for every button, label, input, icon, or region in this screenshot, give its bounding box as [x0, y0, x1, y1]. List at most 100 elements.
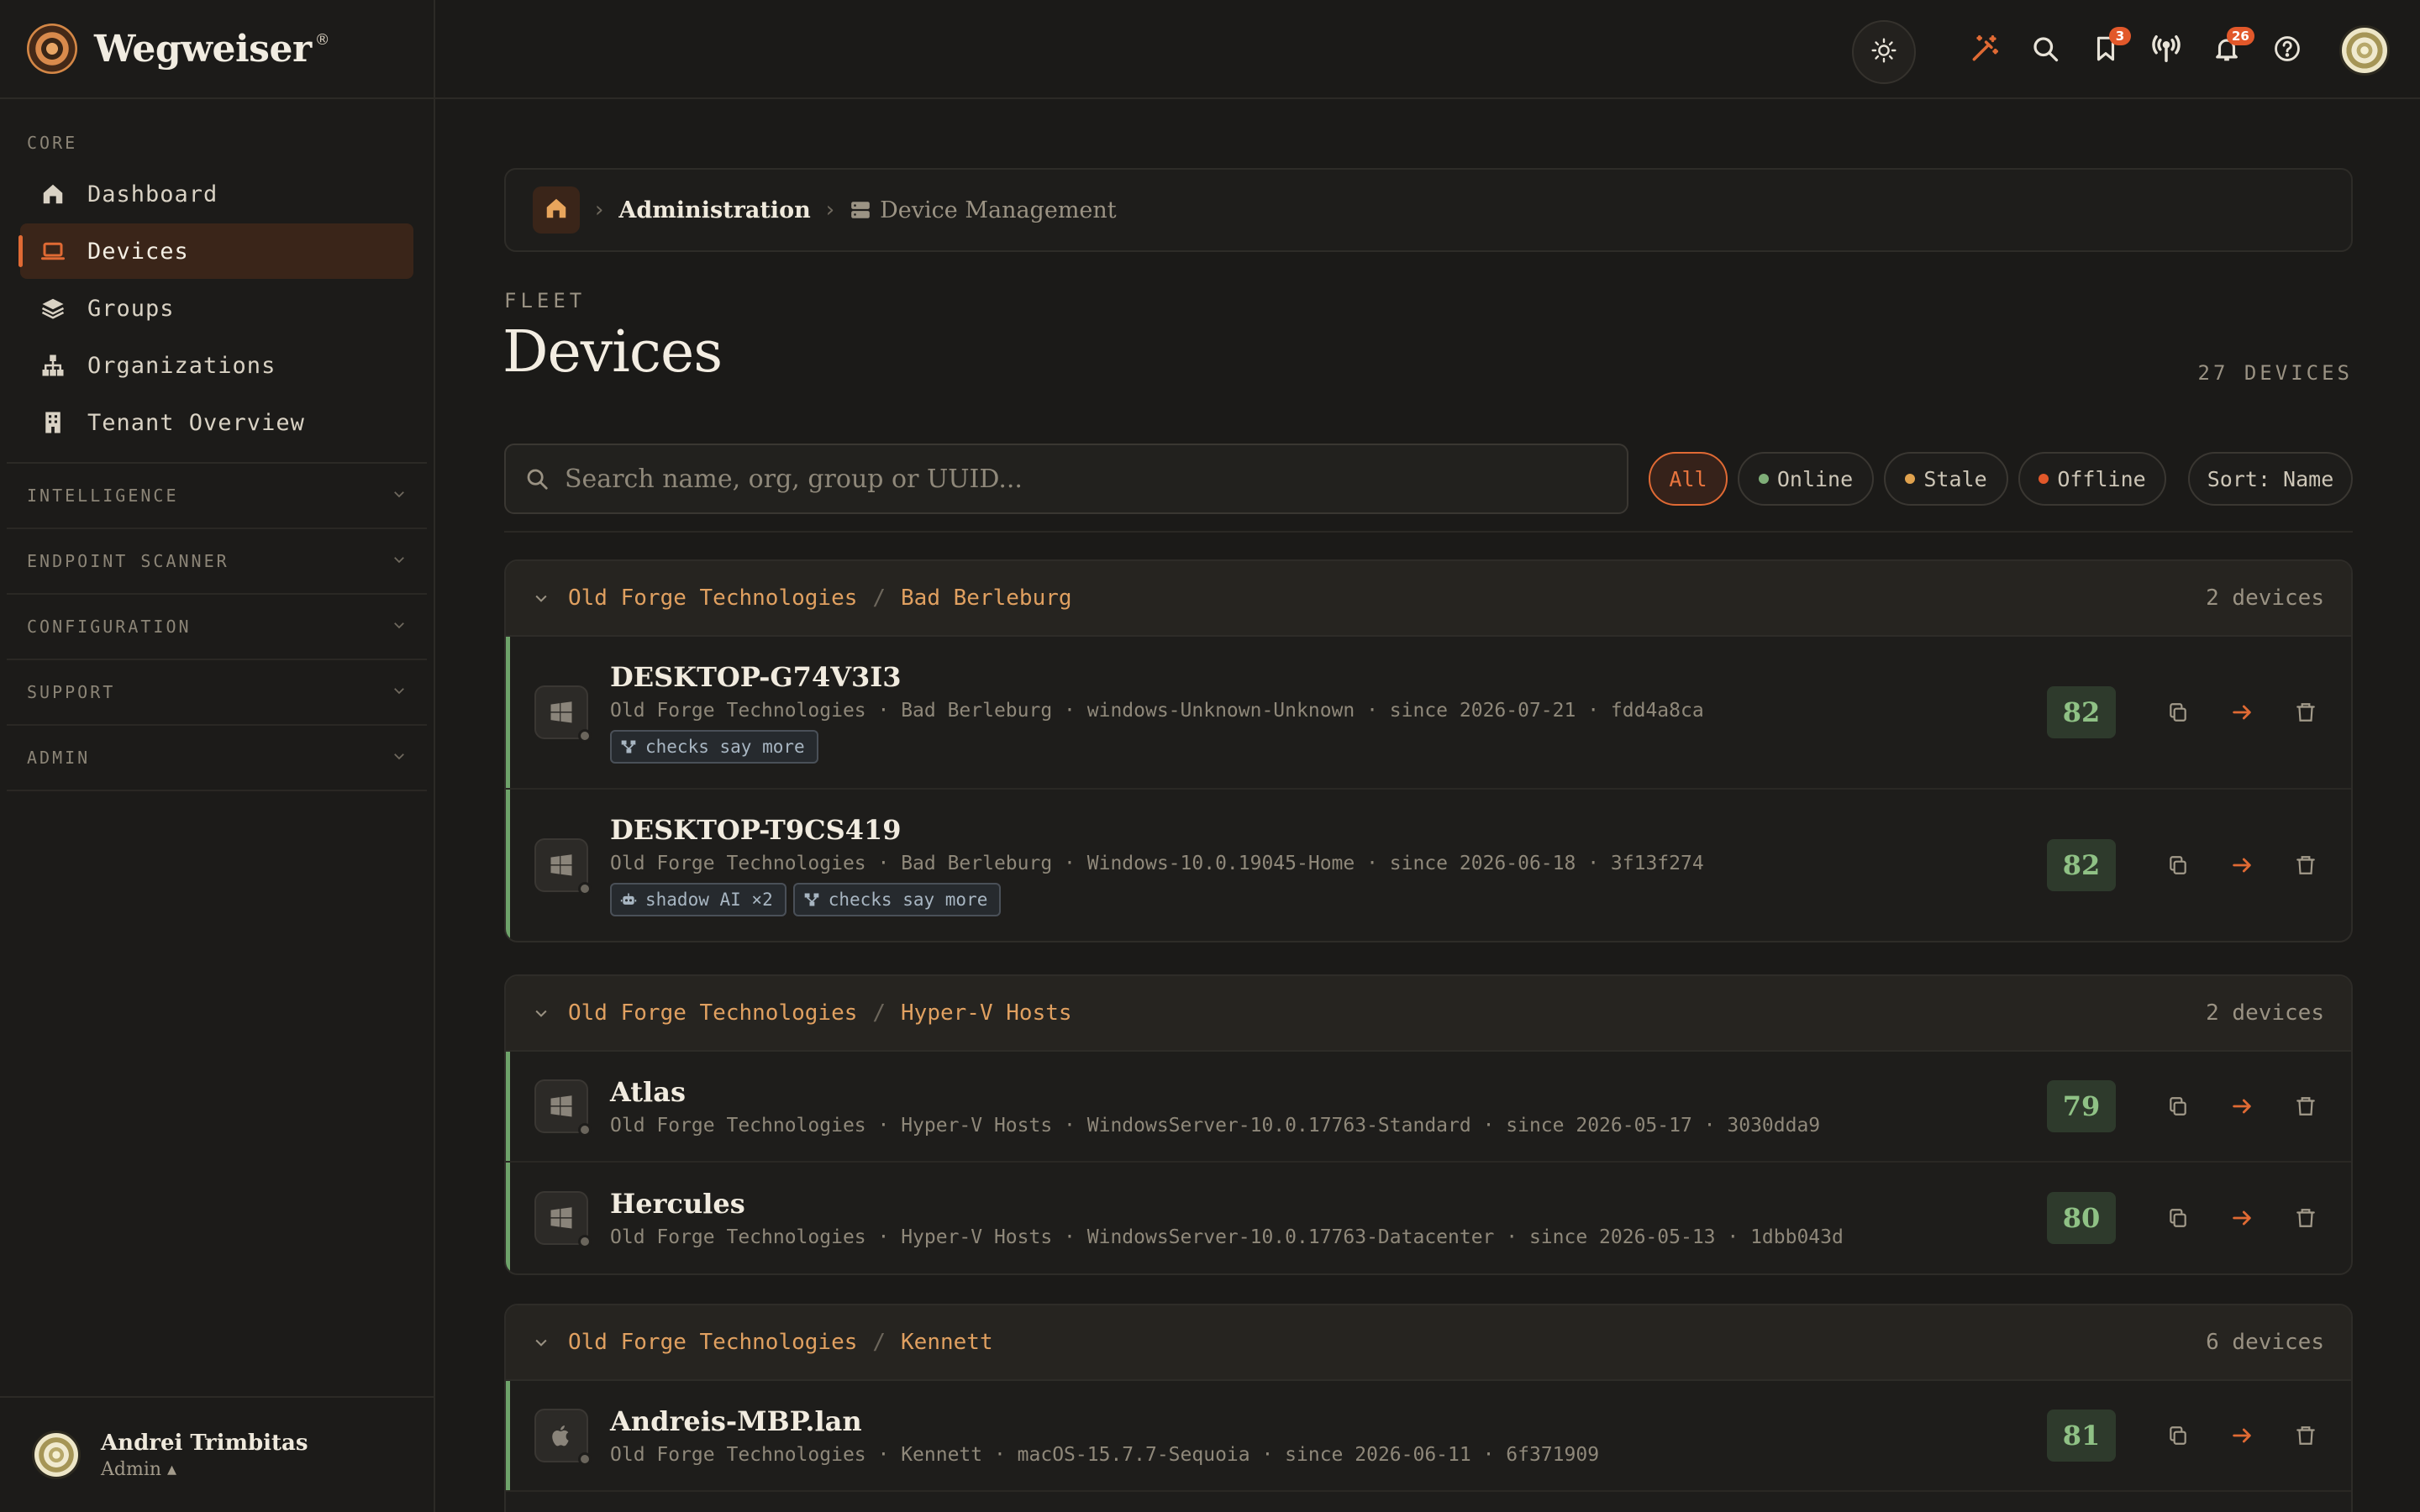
device-group-name: Bad Berleburg	[901, 853, 1053, 874]
copy-icon	[2170, 856, 2186, 874]
group-title: Old Forge Technologies / Bad Berleburg	[533, 585, 1072, 611]
delete-button[interactable]	[2287, 1088, 2324, 1125]
device-since: since 2026-06-18	[1389, 853, 1576, 874]
device-name[interactable]: Atlas	[610, 1076, 1820, 1108]
notifications-button[interactable]: 26	[2203, 27, 2254, 74]
sidebar-section-configuration[interactable]: CONFIGURATION	[7, 595, 427, 660]
user-avatar-button[interactable]	[2339, 25, 2390, 76]
filter-label: Stale	[1923, 466, 1987, 491]
sidebar-section-admin[interactable]: ADMIN	[7, 726, 427, 791]
device-total-count: 27 DEVICES	[2197, 361, 2353, 385]
sidebar-item-devices[interactable]: Devices	[18, 223, 413, 279]
group-header[interactable]: Old Forge Technologies / Hyper-V Hosts 2…	[506, 976, 2351, 1052]
meta-separator: ·	[865, 700, 902, 722]
filter-stale-chip[interactable]: Stale	[1884, 452, 2008, 506]
sidebar-item-label: Groups	[87, 295, 175, 322]
tag-shadow-ai[interactable]: shadow AI ×2	[610, 883, 786, 916]
help-button[interactable]	[2264, 27, 2311, 74]
device-org: Old Forge Technologies	[610, 1226, 866, 1248]
delete-button[interactable]	[2287, 847, 2324, 884]
meta-separator: ·	[1691, 1115, 1728, 1137]
tag-checks[interactable]: checks say more	[792, 883, 1002, 916]
sidebar-item-tenant-overview[interactable]: Tenant Overview	[20, 395, 413, 450]
sidebar-item-label: Organizations	[87, 352, 276, 379]
filter-offline-chip[interactable]: Offline	[2018, 452, 2166, 506]
device-row[interactable]: DESKTOP-G74V3I3 Old Forge Technologies ·…	[506, 637, 2351, 790]
breadcrumb: › Administration › Device Management	[504, 168, 2353, 252]
open-device-button[interactable]	[2223, 694, 2260, 731]
filter-online-chip[interactable]: Online	[1738, 452, 1874, 506]
device-row[interactable]: Atlas Old Forge Technologies · Hyper-V H…	[506, 1052, 2351, 1163]
magic-wand-button[interactable]	[1961, 27, 2008, 74]
user-menu[interactable]: Andrei Trimbitas Admin ▴	[0, 1396, 434, 1512]
device-id: 6f371909	[1506, 1444, 1600, 1466]
group-header[interactable]: Old Forge Technologies / Bad Berleburg 2…	[506, 561, 2351, 637]
open-device-button[interactable]	[2223, 847, 2260, 884]
tag-checks[interactable]: checks say more	[610, 730, 818, 764]
sidebar: Wegweiser ® CORE Dashboard Devices Group…	[0, 0, 435, 1512]
sidebar-section-support[interactable]: SUPPORT	[7, 660, 427, 726]
open-device-button[interactable]	[2223, 1417, 2260, 1454]
trash-icon	[2296, 1426, 2315, 1445]
sidebar-item-dashboard[interactable]: Dashboard	[20, 166, 413, 222]
copy-button[interactable]	[2160, 847, 2196, 884]
device-row[interactable]: Andreis-MBP.lan Old Forge Technologies ·…	[506, 1381, 2351, 1492]
breadcrumb-home-button[interactable]	[533, 186, 580, 234]
chevron-down-icon	[392, 551, 407, 571]
device-since: since 2026-06-11	[1285, 1444, 1471, 1466]
device-id: 1dbb043d	[1750, 1226, 1844, 1248]
device-since: since 2026-05-17	[1506, 1115, 1692, 1137]
sidebar-item-groups[interactable]: Groups	[20, 281, 413, 336]
sidebar-item-organizations[interactable]: Organizations	[20, 338, 413, 393]
device-org: Old Forge Technologies	[610, 853, 866, 874]
sidebar-item-label: Tenant Overview	[87, 409, 305, 436]
search-button[interactable]	[2022, 27, 2069, 74]
device-os: WindowsServer-10.0.17763-Standard	[1086, 1115, 1471, 1137]
group-title: Old Forge Technologies / Hyper-V Hosts	[533, 1000, 1072, 1026]
online-status-dot	[1758, 474, 1769, 484]
meta-separator: ·	[865, 1226, 902, 1248]
sidebar-section-endpoint-scanner[interactable]: ENDPOINT SCANNER	[7, 529, 427, 595]
filter-all-chip[interactable]: All	[1649, 452, 1728, 506]
building-icon	[40, 410, 66, 435]
copy-button[interactable]	[2160, 1088, 2196, 1125]
group-device-count: 2 devices	[2206, 1000, 2324, 1026]
device-meta: Old Forge Technologies · Bad Berleburg ·…	[610, 700, 1704, 722]
toolbar-divider	[504, 531, 2353, 533]
device-os: WindowsServer-10.0.17763-Datacenter	[1086, 1226, 1495, 1248]
device-meta: Old Forge Technologies · Bad Berleburg ·…	[610, 853, 1704, 874]
broadcast-button[interactable]	[2143, 27, 2190, 74]
device-name[interactable]: Hercules	[610, 1188, 1844, 1220]
sidebar-section-intelligence[interactable]: INTELLIGENCE	[7, 464, 427, 529]
device-name[interactable]: DESKTOP-G74V3I3	[610, 661, 1704, 693]
open-device-button[interactable]	[2223, 1088, 2260, 1125]
device-name[interactable]: DESKTOP-T9CS419	[610, 814, 1704, 846]
breadcrumb-administration[interactable]: Administration	[618, 197, 810, 223]
filter-label: Online	[1776, 466, 1854, 491]
device-row[interactable]: Hercules Old Forge Technologies · Hyper-…	[506, 1163, 2351, 1273]
section-label: INTELLIGENCE	[27, 486, 179, 506]
group-org: Old Forge Technologies	[568, 1000, 858, 1026]
sort-button[interactable]: Sort: Name	[2188, 452, 2353, 506]
delete-button[interactable]	[2287, 1417, 2324, 1454]
theme-toggle-button[interactable]	[1852, 20, 1916, 84]
bookmarks-button[interactable]: 3	[2082, 27, 2131, 74]
home-icon	[40, 181, 66, 207]
section-label: ENDPOINT SCANNER	[27, 551, 229, 571]
chevron-down-icon	[533, 590, 550, 606]
brand[interactable]: Wegweiser ®	[0, 0, 434, 99]
notification-count-badge: 26	[2227, 27, 2254, 45]
copy-button[interactable]	[2160, 1417, 2196, 1454]
group-separator: /	[872, 1330, 886, 1355]
group-title: Old Forge Technologies / Kennett	[533, 1330, 993, 1355]
search-input[interactable]	[565, 464, 1573, 494]
device-name[interactable]: Andreis-MBP.lan	[610, 1405, 1599, 1437]
open-device-button[interactable]	[2223, 1200, 2260, 1236]
copy-button[interactable]	[2160, 1200, 2196, 1236]
copy-button[interactable]	[2160, 694, 2196, 731]
delete-button[interactable]	[2287, 1200, 2324, 1236]
delete-button[interactable]	[2287, 694, 2324, 731]
device-row[interactable]: DESKTOP-T9CS419 Old Forge Technologies ·…	[506, 790, 2351, 941]
group-name: Bad Berleburg	[901, 585, 1072, 611]
group-header[interactable]: Old Forge Technologies / Kennett 6 devic…	[506, 1305, 2351, 1381]
